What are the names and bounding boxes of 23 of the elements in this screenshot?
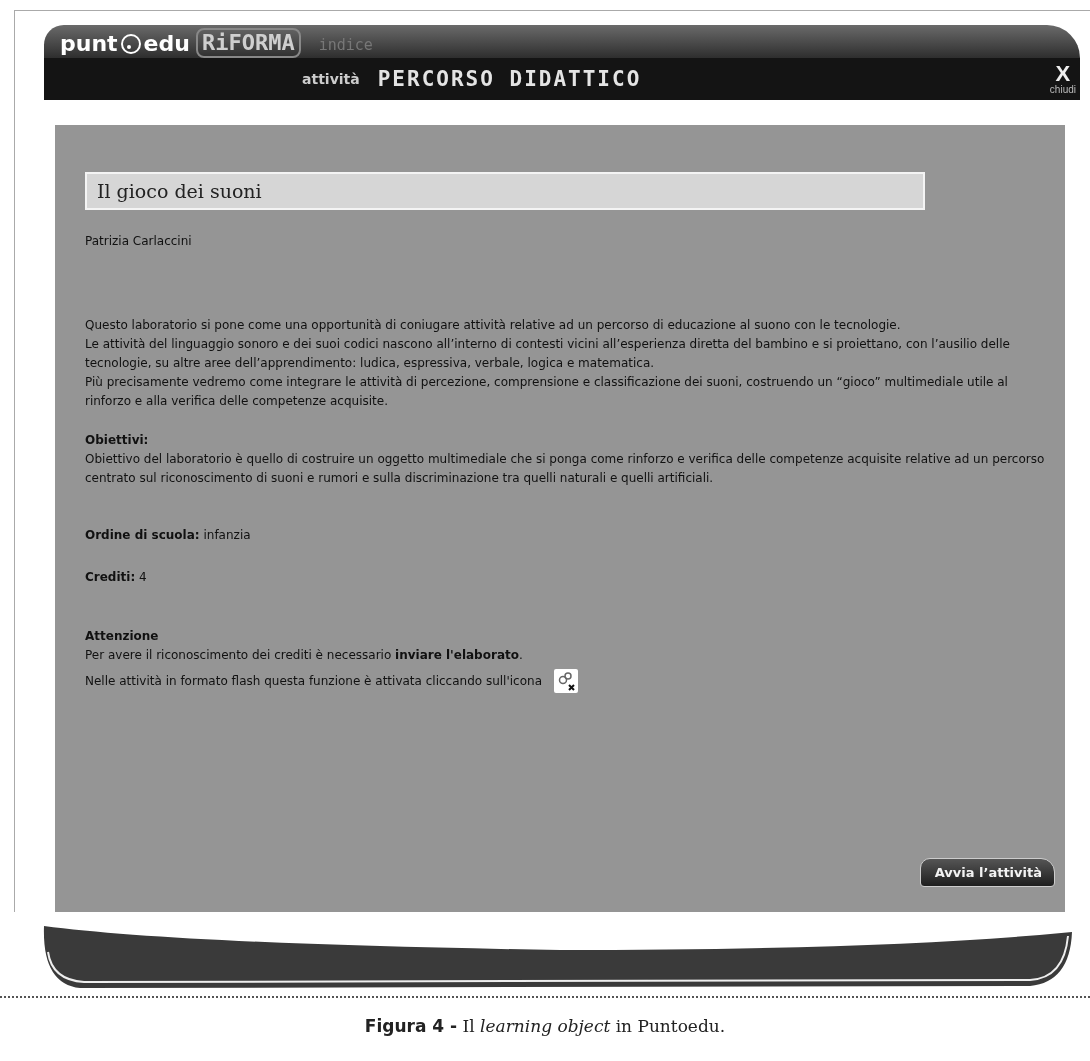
objectives-text: Obiettivo del laboratorio è quello di costruire un oggetto multimediale che si ponga come rinforzo e verifica delle competenze acquisite relative ad un percorso centrato sul riconoscimento di suoni e rumori e sulla discriminazione tra quelli naturali e quelli artificiali. (85, 451, 1046, 487)
section-title: PERCORSO DIDATTICO (377, 67, 642, 91)
ring-icon (119, 33, 142, 55)
activity-title: Il gioco dei suoni (85, 172, 925, 210)
logo-text: edu (143, 30, 190, 58)
field-label: Crediti: (85, 570, 136, 584)
instruction-text: Nelle attività in formato flash questa funzione è attivata cliccando sull'icona (85, 672, 542, 690)
gears-icon (554, 669, 578, 693)
start-activity-button[interactable]: Avvia l’attività (919, 858, 1055, 887)
section-label: attività (302, 71, 360, 87)
section-heading: Obiettivi: (85, 432, 150, 449)
section-heading: Attenzione (85, 628, 160, 645)
author-name: Patrizia Carlaccini (85, 233, 193, 250)
figure-caption: Figura 4 - Il learning object in Puntoedu. (363, 1016, 727, 1036)
field-value: infanzia (203, 528, 251, 542)
intro-paragraph: Le attività del linguaggio sonoro e dei suoi codici nascono all’interno di contesti vicini all’esperienza diretta del bambino e si proiettano, con l’ausilio delle tecnologie, su altre aree dell’apprendimento: ludica, espressiva, verbale, logica e matematica. (85, 336, 1011, 372)
close-button[interactable]: X chiudi (1049, 63, 1076, 95)
intro-paragraph: Più precisamente vedremo come integrare le attività di percezione, comprensione e classificazione dei suoni, costruendo un “gioco” multimediale utile al rinforzo e alla verifica delle competenze acquisite. (85, 374, 1009, 410)
attention-text: Per avere il riconoscimento dei crediti è necessario inviare l'elaborato. (85, 647, 524, 664)
intro-paragraph: Questo laboratorio si pone come una opportunità di coniugare attività relative ad un percorso di educazione al suono con le tecnologie. (85, 317, 902, 334)
logo-text: punt (60, 30, 118, 58)
field-label: Ordine di scuola: (85, 528, 200, 542)
field-value: 4 (139, 570, 147, 584)
